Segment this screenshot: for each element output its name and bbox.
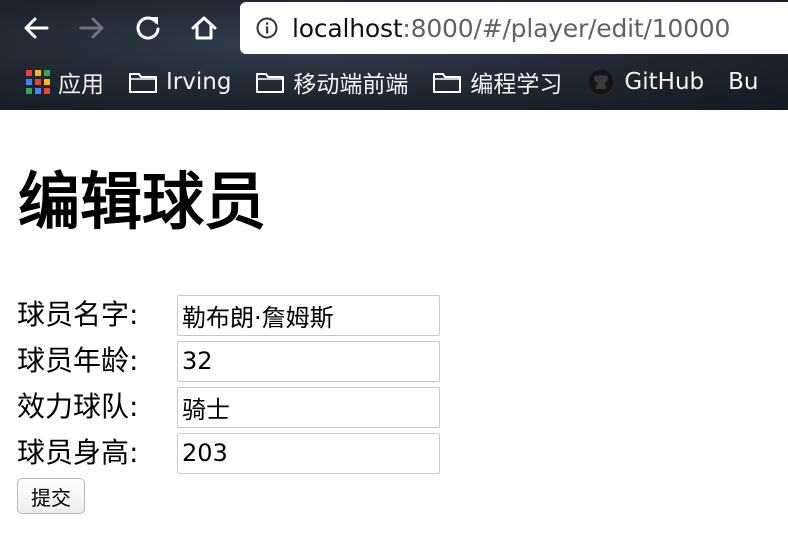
folder-icon (255, 70, 285, 94)
url-path: :8000/#/player/edit/10000 (402, 13, 731, 43)
bookmark-label: 移动端前端 (293, 72, 409, 98)
player-height-row: 球员身高: (17, 430, 440, 476)
folder-icon (128, 70, 158, 94)
player-age-input[interactable] (177, 340, 440, 382)
edit-player-form: 球员名字: 球员年龄: 效力球队: 球员身高: 提交 (17, 292, 440, 514)
bookmark-label: 编程学习 (470, 72, 563, 98)
player-name-label: 球员名字: (17, 298, 139, 331)
home-icon (191, 16, 217, 40)
bookmark-label: 应用 (58, 72, 104, 98)
reload-icon (136, 16, 160, 40)
player-age-label: 球员年龄: (17, 344, 139, 377)
home-button[interactable] (184, 8, 224, 48)
bookmarks-bar: 应用 Irving 移动端前端 编程学习 GitHub Bu (0, 60, 788, 104)
back-button[interactable] (16, 8, 56, 48)
url-text: localhost:8000/#/player/edit/10000 (292, 14, 730, 43)
url-host: localhost (292, 13, 403, 43)
player-name-row: 球员名字: (17, 292, 440, 338)
arrow-right-icon (79, 17, 104, 39)
bookmark-github[interactable]: GitHub (586, 62, 704, 102)
submit-button[interactable]: 提交 (17, 478, 85, 514)
bookmark-mobile-frontend[interactable]: 移动端前端 (255, 62, 408, 102)
player-team-input[interactable] (177, 386, 440, 428)
player-team-row: 效力球队: (17, 384, 440, 430)
browser-chrome: localhost:8000/#/player/edit/10000 应用 Ir… (0, 0, 788, 110)
bookmark-programming[interactable]: 编程学习 (432, 62, 562, 102)
github-icon (586, 67, 616, 97)
address-bar[interactable]: localhost:8000/#/player/edit/10000 (240, 2, 788, 54)
arrow-left-icon (24, 17, 49, 39)
forward-button[interactable] (72, 8, 112, 48)
player-height-input[interactable] (177, 432, 440, 474)
bookmark-label: GitHub (624, 69, 705, 95)
player-name-input[interactable] (177, 294, 440, 336)
bookmark-label: Bu (728, 69, 759, 95)
apps-grid-icon (26, 70, 50, 94)
player-team-label: 效力球队: (17, 390, 139, 423)
player-height-label: 球员身高: (17, 436, 139, 469)
bookmark-apps[interactable]: 应用 (26, 62, 104, 102)
folder-icon (432, 70, 462, 94)
page-content: 编辑球员 球员名字: 球员年龄: 效力球队: 球员身高: 提交 (0, 110, 788, 558)
bookmark-label: Irving (166, 69, 232, 95)
player-age-row: 球员年龄: (17, 338, 440, 384)
reload-button[interactable] (128, 8, 168, 48)
bookmark-bu[interactable]: Bu (728, 62, 758, 102)
info-icon[interactable] (256, 17, 278, 39)
bookmark-irving[interactable]: Irving (128, 62, 231, 102)
page-title: 编辑球员 (18, 165, 267, 238)
